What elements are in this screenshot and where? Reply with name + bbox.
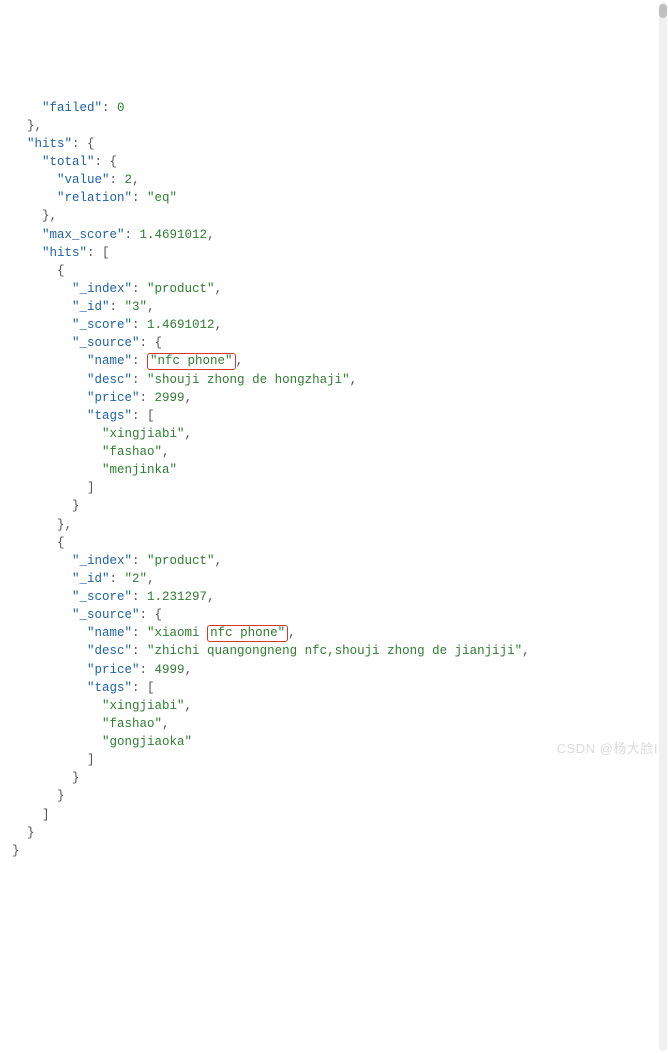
key-id-0: "_id" — [72, 300, 110, 314]
val-name-1-pre: "xiaomi — [147, 626, 207, 640]
key-id-1: "_id" — [72, 572, 110, 586]
key-name-0: "name" — [87, 354, 132, 368]
val-price-1: 4999 — [155, 663, 185, 677]
tag-1-0: "xingjiabi" — [102, 699, 185, 713]
val-id-1: "2" — [125, 572, 148, 586]
val-score-1: 1.231297 — [147, 590, 207, 604]
tag-0-0: "xingjiabi" — [102, 427, 185, 441]
val-failed: 0 — [117, 101, 125, 115]
key-index-0: "_index" — [72, 282, 132, 296]
val-name-1-hl: nfc phone" — [210, 626, 285, 640]
val-desc-1: "zhichi quangongneng nfc,shouji zhong de… — [147, 644, 522, 658]
tag-1-1: "fashao" — [102, 717, 162, 731]
val-value: 2 — [125, 173, 133, 187]
key-failed: "failed" — [42, 101, 102, 115]
key-total: "total" — [42, 155, 95, 169]
key-score-0: "_score" — [72, 318, 132, 332]
key-relation: "relation" — [57, 191, 132, 205]
val-id-0: "3" — [125, 300, 148, 314]
key-score-1: "_score" — [72, 590, 132, 604]
key-name-1: "name" — [87, 626, 132, 640]
key-maxscore: "max_score" — [42, 228, 125, 242]
scrollbar-thumb[interactable] — [659, 4, 667, 18]
scrollbar-track[interactable] — [659, 2, 667, 1051]
key-desc-0: "desc" — [87, 373, 132, 387]
val-desc-0: "shouji zhong de hongzhaji" — [147, 373, 350, 387]
val-index-0: "product" — [147, 282, 215, 296]
key-value: "value" — [57, 173, 110, 187]
tag-1-2: "gongjiaoka" — [102, 735, 192, 749]
val-maxscore: 1.4691012 — [140, 228, 208, 242]
key-index-1: "_index" — [72, 554, 132, 568]
watermark: CSDN @杨大脸I — [557, 740, 658, 759]
key-price-1: "price" — [87, 663, 140, 677]
key-desc-1: "desc" — [87, 644, 132, 658]
key-tags-0: "tags" — [87, 409, 132, 423]
tag-0-2: "menjinka" — [102, 463, 177, 477]
key-hits-inner: "hits" — [42, 246, 87, 260]
val-name-0: "nfc phone" — [150, 354, 233, 368]
highlight-box-1: nfc phone" — [207, 625, 288, 642]
val-price-0: 2999 — [155, 391, 185, 405]
val-index-1: "product" — [147, 554, 215, 568]
tag-0-1: "fashao" — [102, 445, 162, 459]
key-price-0: "price" — [87, 391, 140, 405]
highlight-box-0: "nfc phone" — [147, 353, 236, 370]
key-source-0: "_source" — [72, 336, 140, 350]
key-tags-1: "tags" — [87, 681, 132, 695]
val-relation: "eq" — [147, 191, 177, 205]
val-score-0: 1.4691012 — [147, 318, 215, 332]
key-hits: "hits" — [27, 137, 72, 151]
key-source-1: "_source" — [72, 608, 140, 622]
